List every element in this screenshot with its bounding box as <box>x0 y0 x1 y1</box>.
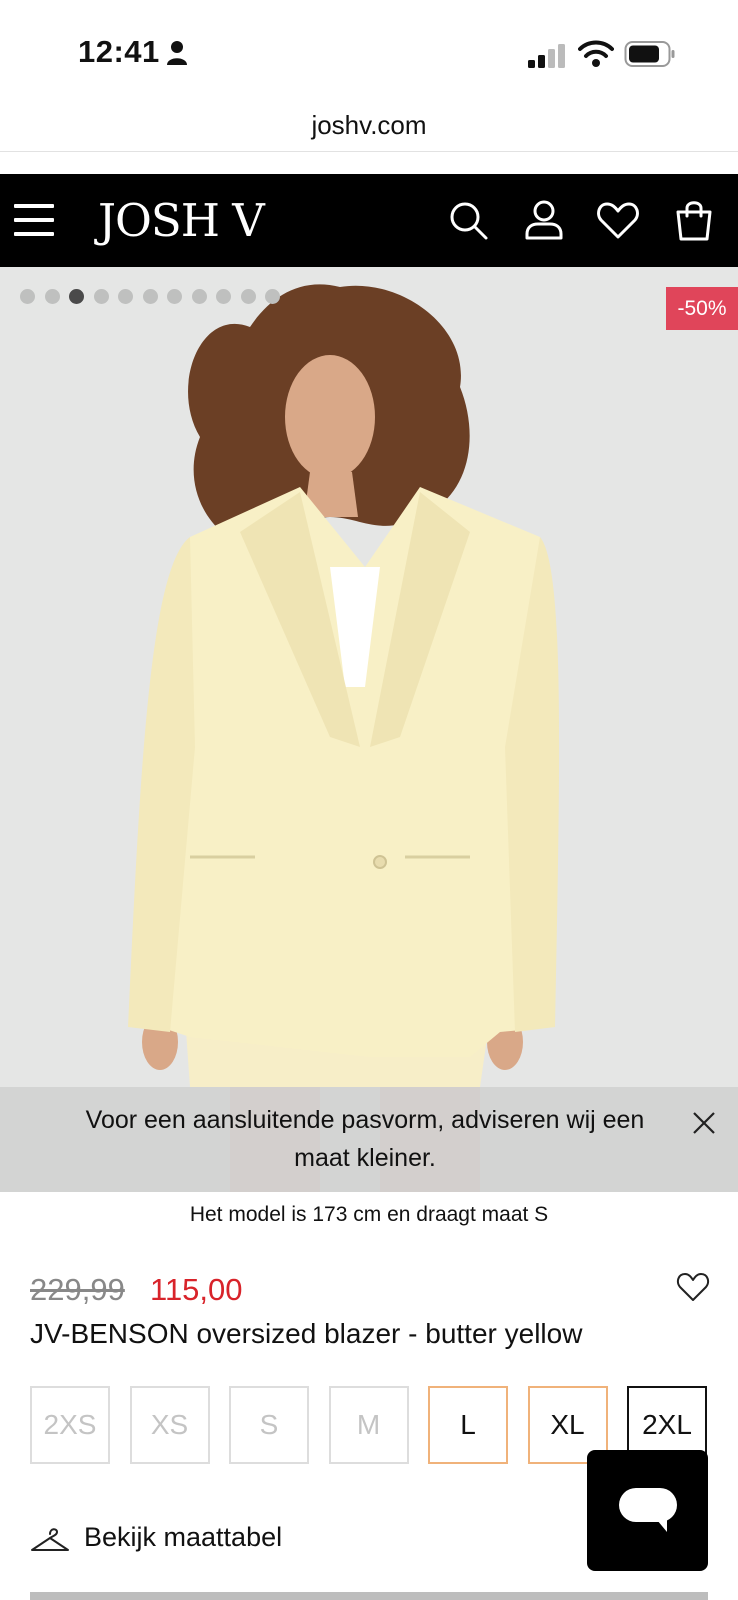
fit-notice-banner: Voor een aansluitende pasvorm, adviseren… <box>0 1087 738 1192</box>
chat-button[interactable] <box>587 1450 708 1571</box>
size-guide-label: Bekijk maattabel <box>84 1522 283 1552</box>
close-icon[interactable] <box>690 1109 718 1137</box>
gallery-dot[interactable] <box>69 289 84 304</box>
status-time: 12:41 <box>78 34 160 69</box>
size-option-m[interactable]: M <box>328 1386 409 1464</box>
gallery-dot[interactable] <box>20 289 35 304</box>
gallery-dot[interactable] <box>167 289 182 304</box>
product-image[interactable]: -50% Voor een aansluitende pasvorm, advi… <box>0 267 738 1192</box>
gallery-dot[interactable] <box>265 289 280 304</box>
size-option-2xs[interactable]: 2XS <box>30 1386 110 1464</box>
gallery-dot[interactable] <box>216 289 231 304</box>
product-title: JV-BENSON oversized blazer - butter yell… <box>30 1318 583 1349</box>
menu-icon[interactable] <box>14 202 56 238</box>
status-bar: 12:41 <box>0 0 738 100</box>
gallery-dot[interactable] <box>118 289 133 304</box>
battery-icon <box>624 41 675 67</box>
gallery-dot[interactable] <box>240 289 256 304</box>
model-photo <box>128 284 560 1192</box>
discount-badge: -50% <box>666 287 738 330</box>
wishlist-icon[interactable] <box>596 198 640 242</box>
add-to-cart-bar[interactable] <box>30 1592 708 1600</box>
size-option-l[interactable]: L <box>428 1386 508 1464</box>
address-bar[interactable]: joshv.com <box>0 100 738 152</box>
site-header: JOSH V <box>0 174 738 267</box>
signal-icon <box>528 44 565 68</box>
chat-bubble-icon <box>619 1488 677 1532</box>
person-icon <box>167 41 187 65</box>
size-option-s[interactable]: S <box>229 1386 309 1464</box>
size-option-xs[interactable]: XS <box>129 1386 210 1464</box>
original-price: 229,99 <box>30 1272 125 1307</box>
gallery-dot[interactable] <box>44 289 60 304</box>
cart-icon[interactable] <box>672 198 716 242</box>
add-to-wishlist-heart-icon[interactable] <box>676 1270 710 1304</box>
fit-notice-text: Voor een aansluitende pasvorm, adviseren… <box>85 1106 645 1172</box>
logo[interactable]: JOSH V <box>98 194 265 247</box>
hanger-icon <box>31 1528 69 1551</box>
url-text: joshv.com <box>311 110 427 140</box>
sale-price: 115,00 <box>150 1272 243 1307</box>
gallery-dot[interactable] <box>93 289 109 304</box>
wifi-icon <box>578 40 614 67</box>
account-icon[interactable] <box>522 198 566 242</box>
model-size-note: Het model is 173 cm en draagt maat S <box>189 1203 549 1226</box>
gallery-dot[interactable] <box>191 289 207 304</box>
gallery-dot[interactable] <box>142 289 158 304</box>
search-icon[interactable] <box>446 198 490 242</box>
